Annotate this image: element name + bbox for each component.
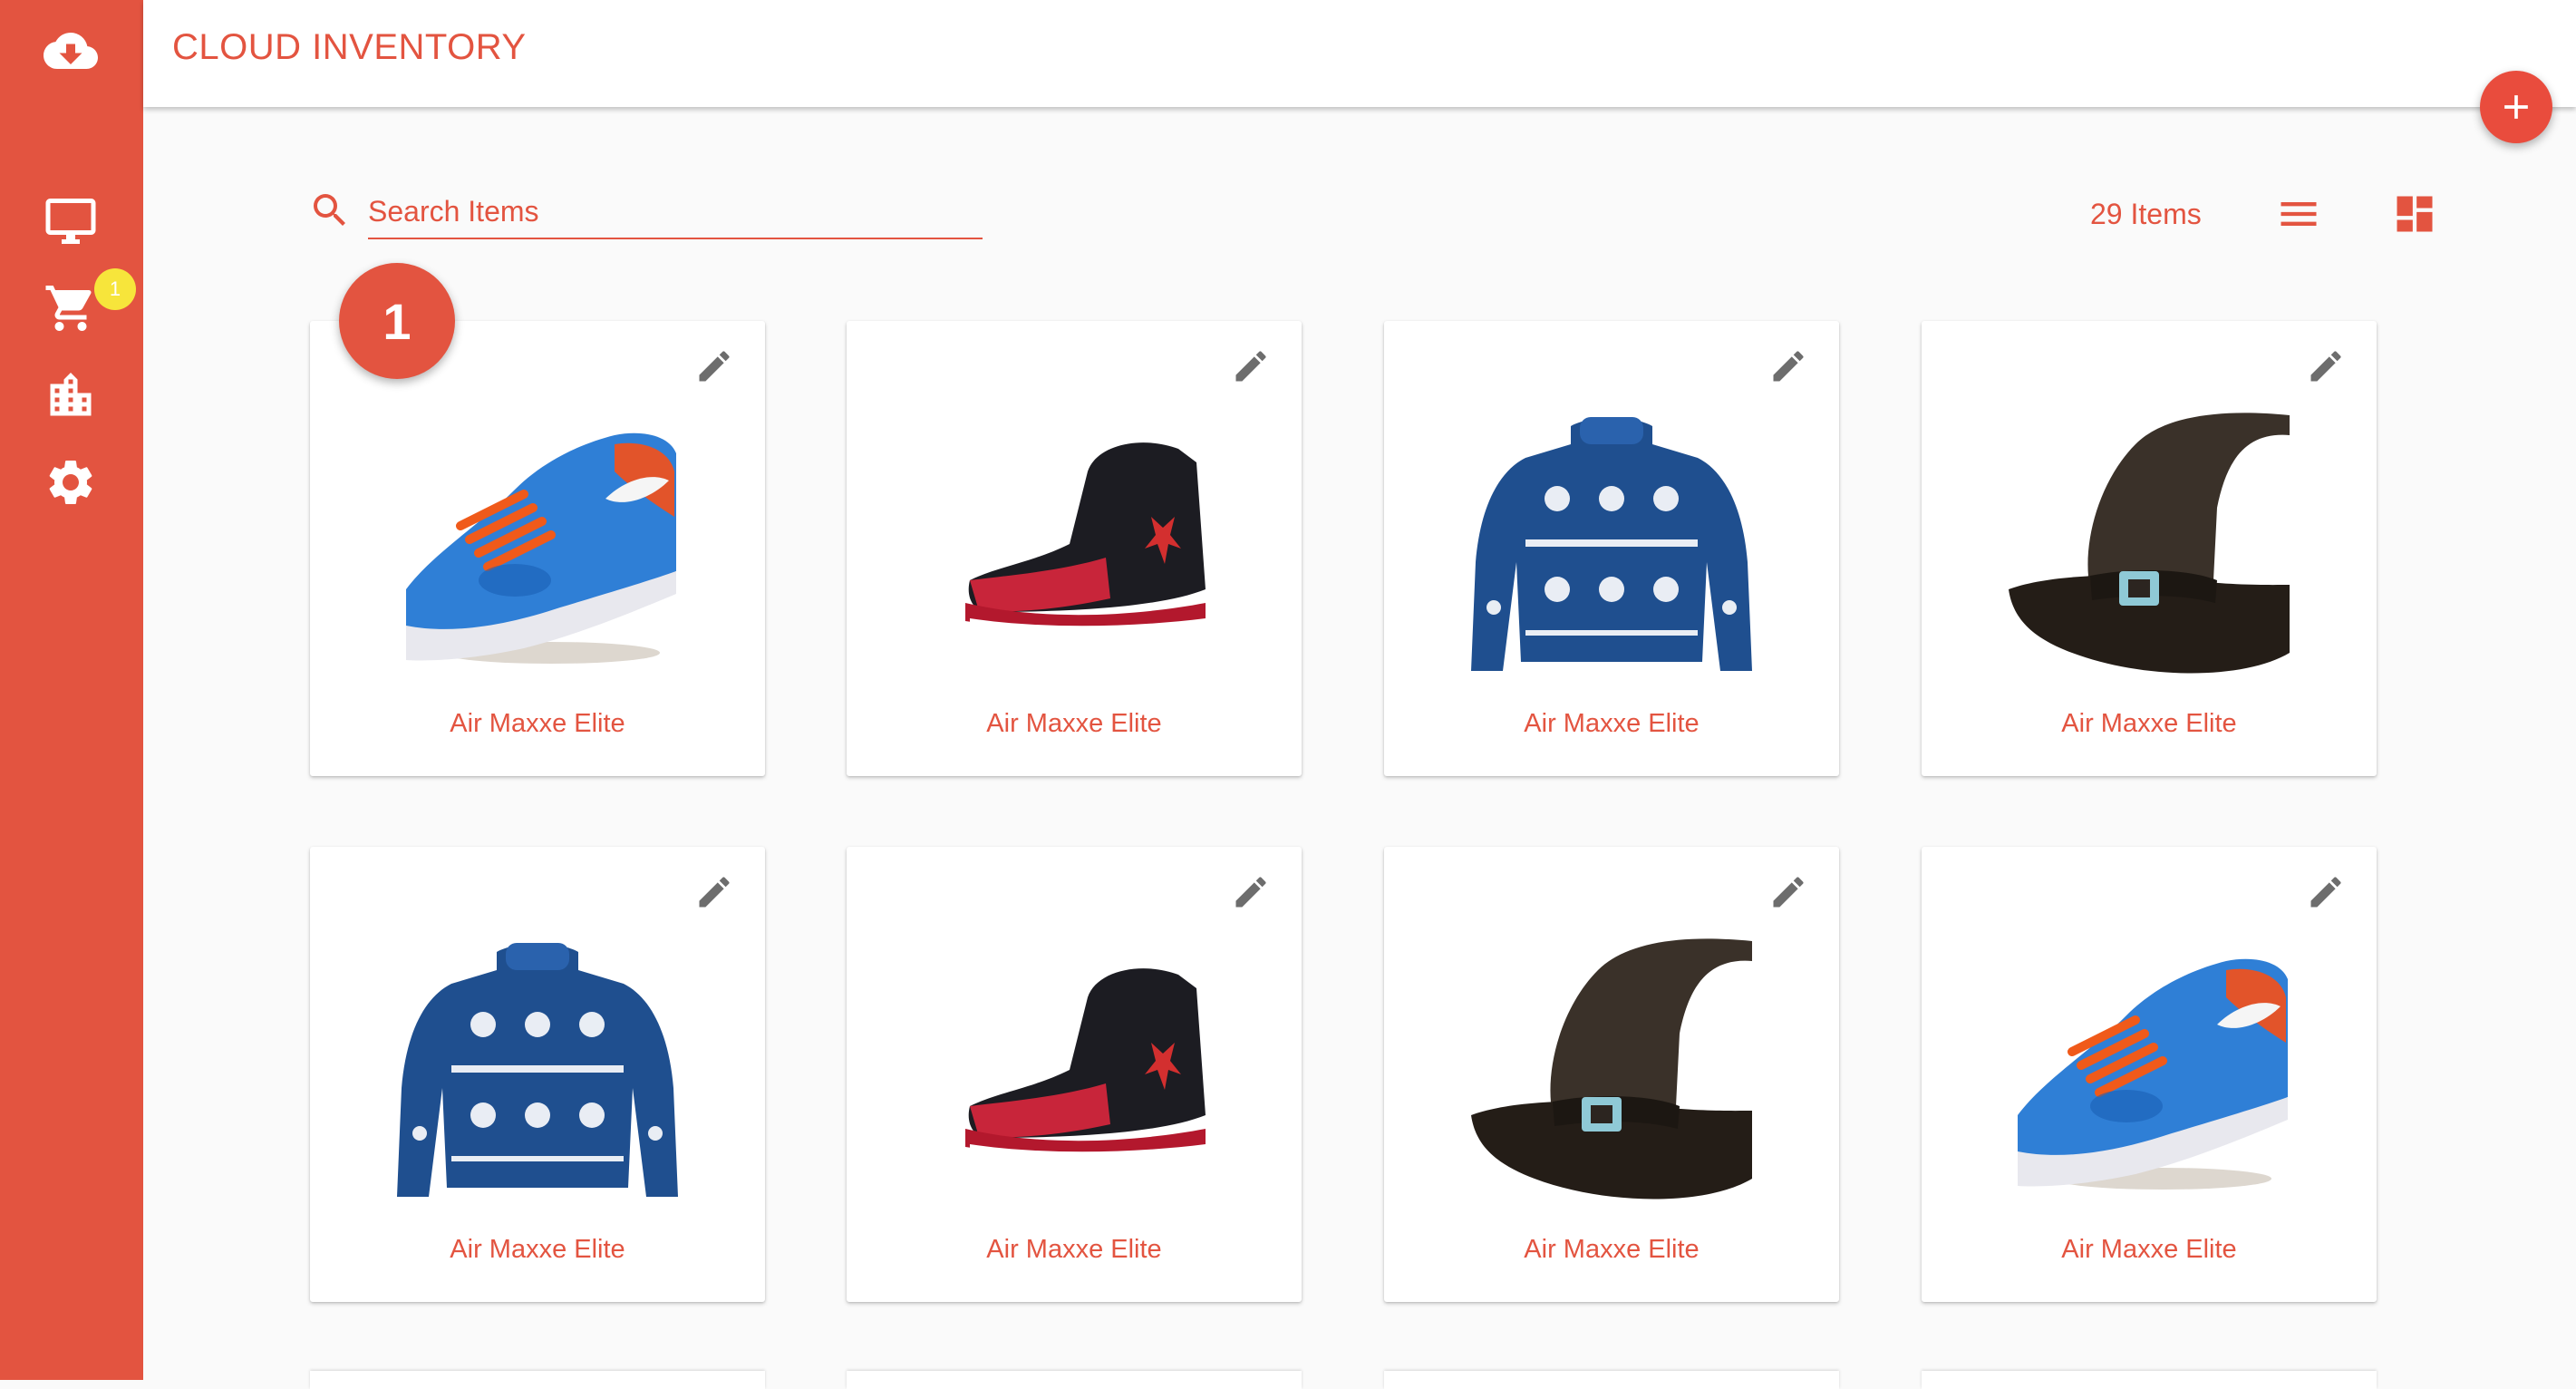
step-marker: 1: [339, 263, 455, 379]
product-name: Air Maxxe Elite: [450, 709, 625, 738]
edit-icon[interactable]: [1231, 346, 1274, 390]
product-name: Air Maxxe Elite: [1524, 1235, 1700, 1264]
product-card[interactable]: Air Maxxe Elite: [1922, 847, 2377, 1302]
product-card[interactable]: Air Maxxe Elite: [847, 847, 1302, 1302]
product-image: [397, 934, 678, 1206]
product-image: [397, 408, 678, 680]
edit-icon[interactable]: [694, 872, 738, 916]
add-item-button[interactable]: [2480, 71, 2552, 143]
product-card[interactable]: Air Maxxe Elite: [310, 321, 765, 776]
list-view-icon: [2281, 202, 2317, 226]
product-card[interactable]: Air Maxxe Elite: [847, 321, 1302, 776]
card-partial: [310, 1371, 765, 1389]
product-name: Air Maxxe Elite: [2061, 709, 2237, 738]
product-image: [1471, 408, 1752, 680]
app-title-part2: INVENTORY: [312, 27, 527, 67]
edit-icon[interactable]: [1768, 346, 1812, 390]
edit-icon[interactable]: [1231, 872, 1274, 916]
card-partial: [847, 1371, 1302, 1389]
edit-icon[interactable]: [694, 346, 738, 390]
app-title-part1: CLOUD: [172, 27, 302, 67]
plus-icon: [2504, 95, 2528, 119]
item-count: 29 Items: [2090, 198, 2202, 230]
card-partial: [1384, 1371, 1839, 1389]
product-name: Air Maxxe Elite: [2061, 1235, 2237, 1264]
app-title: CLOUD INVENTORY: [172, 27, 527, 68]
product-card[interactable]: Air Maxxe Elite: [1922, 321, 2377, 776]
search-input[interactable]: [368, 185, 983, 239]
product-name: Air Maxxe Elite: [986, 1235, 1162, 1264]
sidebar: 1: [0, 0, 143, 1380]
grid-view-icon: [2397, 196, 2433, 232]
product-card[interactable]: Air Maxxe Elite: [1384, 847, 1839, 1302]
cart-badge: 1: [94, 268, 136, 310]
warehouse-icon[interactable]: [40, 364, 102, 426]
cart-icon[interactable]: [40, 277, 102, 339]
product-name: Air Maxxe Elite: [1524, 709, 1700, 738]
search-icon: [308, 189, 352, 232]
desktop-icon[interactable]: [40, 190, 102, 252]
edit-icon[interactable]: [1768, 872, 1812, 916]
edit-icon[interactable]: [2306, 346, 2349, 390]
cloud-download-icon[interactable]: [40, 20, 102, 82]
product-image: [2009, 934, 2290, 1206]
product-image: [2009, 408, 2290, 680]
product-card[interactable]: Air Maxxe Elite: [310, 847, 765, 1302]
list-view-button[interactable]: [2273, 189, 2324, 239]
product-image: [934, 934, 1215, 1206]
product-image: [934, 408, 1215, 680]
app-bar: CLOUD INVENTORY: [143, 0, 2576, 107]
product-image: [1471, 934, 1752, 1206]
gear-icon[interactable]: [40, 452, 102, 513]
grid-view-button[interactable]: [2389, 189, 2440, 239]
product-name: Air Maxxe Elite: [986, 709, 1162, 738]
product-name: Air Maxxe Elite: [450, 1235, 625, 1264]
card-partial: [1922, 1371, 2377, 1389]
product-card[interactable]: Air Maxxe Elite: [1384, 321, 1839, 776]
edit-icon[interactable]: [2306, 872, 2349, 916]
